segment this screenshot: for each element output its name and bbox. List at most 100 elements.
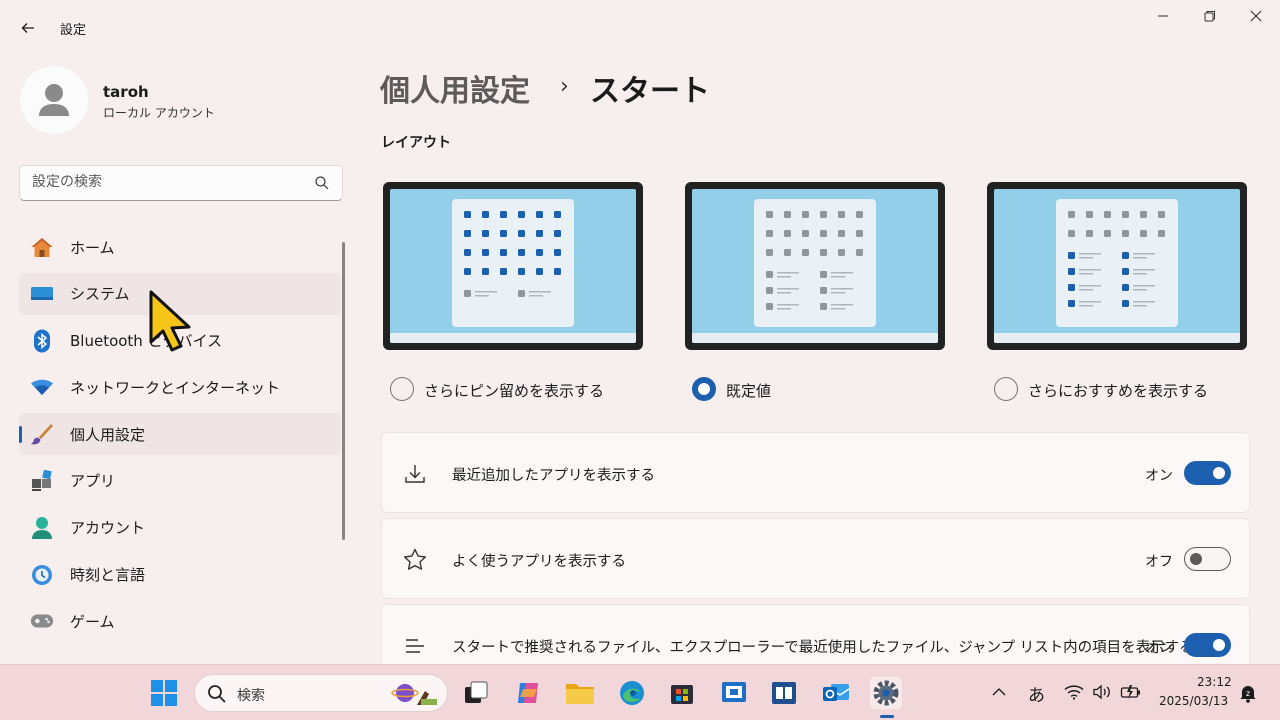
news-app-button[interactable] <box>768 677 800 709</box>
news-icon <box>772 682 796 704</box>
preview-tile <box>500 249 507 256</box>
radio-label-more-pins[interactable]: さらにピン留めを表示する <box>424 380 604 401</box>
preview-tile <box>500 230 507 237</box>
sidebar-item-time-language[interactable]: 時刻と言語 <box>19 554 341 596</box>
clock-globe-icon <box>30 564 54 586</box>
preview-tile <box>820 230 827 237</box>
edge-icon <box>620 681 644 705</box>
preview-tile <box>766 211 773 218</box>
ime-indicator[interactable]: あ <box>1028 681 1045 706</box>
preview-rec-line <box>831 288 853 290</box>
breadcrumb-parent[interactable]: 個人用設定 <box>380 66 530 110</box>
preview-tile <box>1068 230 1075 237</box>
setting-row-recent-apps: 最近追加したアプリを表示する オン <box>381 432 1250 513</box>
sidebar-item-label: ゲーム <box>70 612 115 631</box>
minimize-button[interactable] <box>1140 2 1186 30</box>
sidebar-item-network[interactable]: ネットワークとインターネット <box>19 366 341 408</box>
clock-time[interactable]: 23:12 <box>1197 675 1232 689</box>
preview-menu-graphic <box>1068 211 1165 307</box>
file-explorer-button[interactable] <box>564 677 596 709</box>
toggle-recent-apps[interactable] <box>1184 461 1231 485</box>
restore-button[interactable] <box>1187 2 1233 30</box>
layout-preview-more-pins[interactable] <box>383 182 643 350</box>
preview-tile <box>482 249 489 256</box>
preview-rec-icon <box>766 303 773 310</box>
remote-desktop-button[interactable] <box>718 677 750 709</box>
preview-rec-line <box>1079 269 1101 271</box>
preview-tile <box>518 249 525 256</box>
toggle-most-used-apps[interactable] <box>1184 547 1231 571</box>
sidebar-item-label: 時刻と言語 <box>70 566 146 585</box>
title-bar: 設定 <box>0 0 1280 56</box>
chevron-up-icon[interactable] <box>992 687 1006 697</box>
setting-label: スタートで推奨されるファイル、エクスプローラーで最近使用したファイル、ジャンプ … <box>452 640 1194 656</box>
start-button[interactable] <box>148 677 180 709</box>
layout-preview-more-recommendations[interactable] <box>987 182 1247 350</box>
preview-rec-line <box>1133 301 1155 303</box>
avatar[interactable] <box>20 66 88 134</box>
back-button[interactable] <box>14 14 42 42</box>
preview-tile <box>1140 230 1147 237</box>
settings-search[interactable] <box>19 165 343 201</box>
toggle-knob <box>1213 467 1225 479</box>
edge-button[interactable] <box>616 677 648 709</box>
copilot-button[interactable] <box>512 677 544 709</box>
sidebar-item-gaming[interactable]: ゲーム <box>19 600 341 642</box>
preview-tile <box>820 249 827 256</box>
user-icon <box>39 84 69 116</box>
preview-tile <box>518 268 525 275</box>
preview-rec-line <box>1079 305 1093 307</box>
clock-date[interactable]: 2025/03/13 <box>1159 694 1228 708</box>
preview-rec-icon <box>820 287 827 294</box>
battery-charging-icon[interactable] <box>1120 683 1142 701</box>
sidebar-scrollbar[interactable] <box>342 242 345 540</box>
radio-more-recommendations[interactable] <box>994 377 1018 401</box>
store-button[interactable] <box>666 677 698 709</box>
sidebar-item-label: 個人用設定 <box>70 425 146 444</box>
preview-tile <box>856 249 863 256</box>
sidebar-item-personalization[interactable]: 個人用設定 <box>19 413 341 456</box>
layout-preview-default[interactable] <box>685 182 945 350</box>
preview-tile <box>856 230 863 237</box>
preview-tile <box>500 268 507 275</box>
toggle-recommended-files[interactable] <box>1184 633 1231 657</box>
task-view-button[interactable] <box>460 677 492 709</box>
setting-label: 最近追加したアプリを表示する <box>452 468 655 484</box>
preview-rec-icon <box>820 303 827 310</box>
radio-more-pins[interactable] <box>390 377 414 401</box>
account-icon <box>30 516 54 539</box>
close-button[interactable] <box>1233 2 1279 30</box>
preview-rec-line <box>1133 273 1147 275</box>
preview-tile <box>802 230 809 237</box>
volume-icon[interactable] <box>1092 684 1112 700</box>
preview-tile <box>1140 211 1147 218</box>
toggle-state-text: オン <box>1145 640 1173 656</box>
radio-default[interactable] <box>692 377 716 401</box>
preview-rec-icon <box>1122 284 1129 291</box>
preview-rec-line <box>1079 257 1093 259</box>
search-input[interactable] <box>32 174 302 190</box>
sidebar-item-apps[interactable]: アプリ <box>19 460 341 502</box>
preview-rec-line <box>1079 253 1101 255</box>
radio-label-more-recommendations[interactable]: さらにおすすめを表示する <box>1028 380 1208 401</box>
preview-rec-icon <box>820 271 827 278</box>
settings-app-button[interactable] <box>870 677 902 709</box>
radio-label-default[interactable]: 既定値 <box>726 380 771 401</box>
preview-screen <box>390 189 636 343</box>
wifi-status-icon[interactable] <box>1064 684 1084 700</box>
notification-bell-icon[interactable]: z <box>1238 683 1258 703</box>
preview-tile <box>1122 211 1129 218</box>
preview-tile <box>1104 230 1111 237</box>
sidebar-item-accounts[interactable]: アカウント <box>19 507 341 549</box>
preview-rec-icon <box>1068 252 1075 259</box>
search-icon[interactable] <box>314 175 330 191</box>
sidebar-item-home[interactable]: ホーム <box>19 226 341 268</box>
gamepad-icon <box>30 610 54 632</box>
taskbar-search[interactable]: 検索 <box>194 674 448 712</box>
preview-tile <box>1158 230 1165 237</box>
preview-rec-line <box>777 276 791 278</box>
outlook-button[interactable] <box>820 677 852 709</box>
svg-text:z: z <box>1246 689 1250 698</box>
apps-icon <box>30 469 54 492</box>
system-icon <box>30 283 54 305</box>
